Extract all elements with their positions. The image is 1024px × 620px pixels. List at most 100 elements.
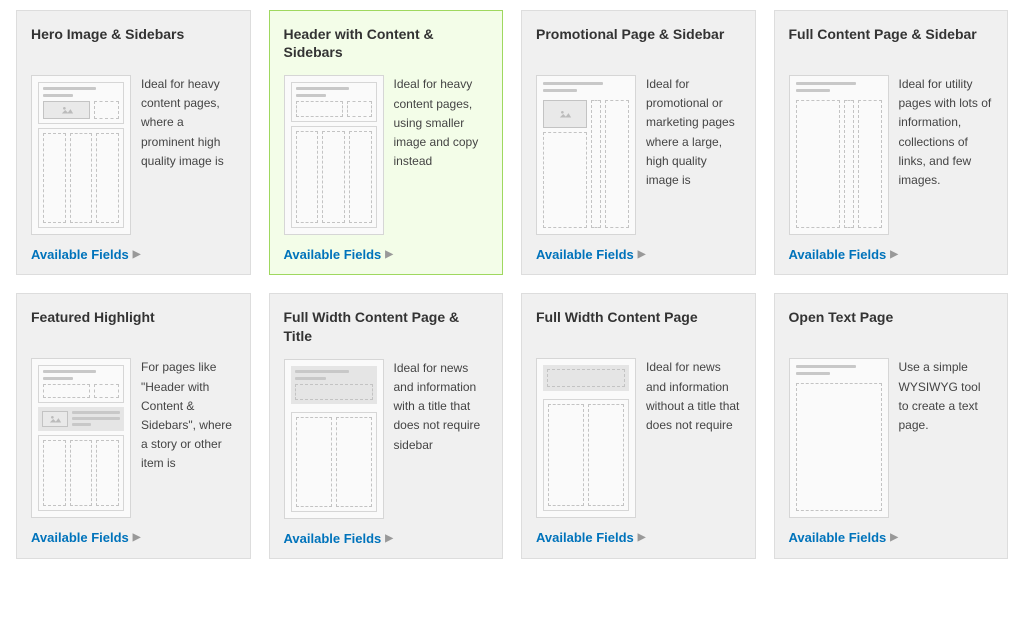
template-description: Use a simple WYSIWYG tool to create a te… (899, 358, 994, 435)
template-title: Promotional Page & Sidebar (536, 25, 741, 61)
thumb-line (543, 89, 577, 92)
template-thumbnail (284, 75, 384, 235)
available-fields-link[interactable]: Available Fields ▶ (536, 530, 645, 545)
template-title: Hero Image & Sidebars (31, 25, 236, 61)
available-fields-link[interactable]: Available Fields ▶ (284, 531, 393, 546)
available-fields-label: Available Fields (284, 247, 382, 262)
thumb-dash-box (548, 404, 584, 506)
thumb-dash-box (591, 100, 601, 228)
thumb-line (796, 82, 856, 85)
thumb-dash-box (43, 384, 90, 398)
thumb-dash-box (296, 101, 343, 117)
thumb-dash-box (322, 131, 345, 223)
template-grid: Hero Image & Sidebars Ideal for heavy co… (16, 10, 1008, 559)
available-fields-label: Available Fields (31, 247, 129, 262)
thumb-dash-box (43, 440, 66, 506)
thumb-dash-box (605, 100, 629, 228)
thumb-dash-box (295, 384, 373, 400)
thumb-line (296, 87, 349, 90)
thumb-line (295, 370, 350, 373)
template-title: Featured Highlight (31, 308, 236, 344)
chevron-right-icon: ▶ (385, 533, 393, 544)
template-description: For pages like "Header with Content & Si… (141, 358, 236, 473)
thumb-image-icon (42, 411, 68, 427)
template-thumbnail (31, 75, 131, 235)
template-description: Ideal for heavy content pages, using sma… (394, 75, 489, 171)
template-thumbnail (789, 358, 889, 518)
template-body: For pages like "Header with Content & Si… (31, 358, 236, 518)
thumb-dash-box (296, 131, 319, 223)
template-card[interactable]: Full Width Content Page & Title Ideal fo… (269, 293, 504, 558)
thumb-dash-box (296, 417, 332, 507)
thumb-dash-box (347, 101, 372, 117)
chevron-right-icon: ▶ (638, 532, 646, 543)
template-card[interactable]: Hero Image & Sidebars Ideal for heavy co… (16, 10, 251, 275)
available-fields-link[interactable]: Available Fields ▶ (789, 530, 898, 545)
template-description: Ideal for promotional or marketing pages… (646, 75, 741, 190)
thumb-dash-box (796, 383, 882, 511)
template-body: Ideal for heavy content pages, where a p… (31, 75, 236, 235)
template-thumbnail (536, 75, 636, 235)
template-thumbnail (31, 358, 131, 518)
template-card[interactable]: Promotional Page & Sidebar Ideal for pro… (521, 10, 756, 275)
available-fields-label: Available Fields (536, 530, 634, 545)
thumb-line (543, 82, 603, 85)
template-card[interactable]: Full Width Content Page Ideal for news a… (521, 293, 756, 558)
thumb-dash-box (96, 440, 119, 506)
template-body: Ideal for utility pages with lots of inf… (789, 75, 994, 235)
chevron-right-icon: ▶ (638, 249, 646, 260)
thumb-line (796, 365, 856, 368)
template-body: Ideal for promotional or marketing pages… (536, 75, 741, 235)
template-description: Ideal for utility pages with lots of inf… (899, 75, 994, 190)
template-card[interactable]: Header with Content & Sidebars Ideal for… (269, 10, 504, 275)
thumb-line (296, 94, 326, 97)
thumb-line (72, 423, 91, 426)
thumb-line (796, 89, 830, 92)
thumb-dash-box (796, 100, 841, 228)
template-description: Ideal for heavy content pages, where a p… (141, 75, 236, 171)
thumb-line (43, 370, 96, 373)
available-fields-label: Available Fields (31, 530, 129, 545)
thumb-line (43, 94, 73, 97)
template-card[interactable]: Open Text Page Use a simple WYSIWYG tool… (774, 293, 1009, 558)
chevron-right-icon: ▶ (385, 249, 393, 260)
template-thumbnail (284, 359, 384, 519)
available-fields-link[interactable]: Available Fields ▶ (31, 530, 140, 545)
template-title: Full Width Content Page & Title (284, 308, 489, 344)
thumb-dash-box (543, 132, 587, 228)
template-card[interactable]: Featured Highlight For pages like "Heade… (16, 293, 251, 558)
available-fields-link[interactable]: Available Fields ▶ (31, 247, 140, 262)
thumb-dash-box (70, 440, 93, 506)
available-fields-label: Available Fields (789, 247, 887, 262)
template-body: Use a simple WYSIWYG tool to create a te… (789, 358, 994, 518)
thumb-dash-box (96, 133, 119, 223)
template-thumbnail (536, 358, 636, 518)
thumb-dash-box (588, 404, 624, 506)
thumb-line (43, 377, 73, 380)
thumb-dash-box (336, 417, 372, 507)
thumb-image-icon (43, 101, 90, 119)
available-fields-link[interactable]: Available Fields ▶ (284, 247, 393, 262)
template-thumbnail (789, 75, 889, 235)
thumb-line (295, 377, 326, 380)
available-fields-link[interactable]: Available Fields ▶ (789, 247, 898, 262)
thumb-line (796, 372, 830, 375)
available-fields-label: Available Fields (536, 247, 634, 262)
chevron-right-icon: ▶ (133, 249, 141, 260)
thumb-line (72, 417, 120, 420)
thumb-line (72, 411, 120, 414)
template-title: Full Content Page & Sidebar (789, 25, 994, 61)
thumb-image-icon (543, 100, 587, 128)
template-body: Ideal for news and information with a ti… (284, 359, 489, 519)
thumb-line (43, 87, 96, 90)
template-title: Header with Content & Sidebars (284, 25, 489, 61)
template-body: Ideal for news and information without a… (536, 358, 741, 518)
thumb-dash-box (94, 384, 119, 398)
thumb-dash-box (844, 100, 854, 228)
thumb-dash-box (70, 133, 93, 223)
template-card[interactable]: Full Content Page & Sidebar Ideal for ut… (774, 10, 1009, 275)
available-fields-link[interactable]: Available Fields ▶ (536, 247, 645, 262)
template-title: Full Width Content Page (536, 308, 741, 344)
thumb-dash-box (547, 369, 625, 387)
thumb-dash-box (94, 101, 119, 119)
